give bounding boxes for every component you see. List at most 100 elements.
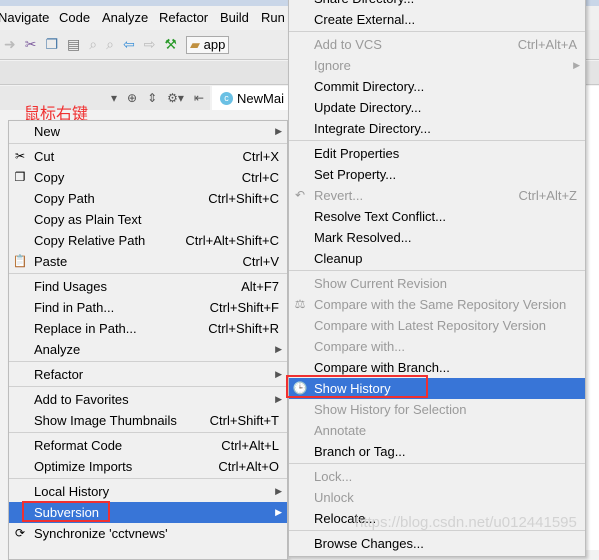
menu-item-label: Paste	[34, 254, 68, 269]
menu-separator	[9, 432, 287, 433]
run-config-label: app	[203, 36, 226, 52]
menu-item-find-usages[interactable]: Find Usages Alt+F7	[9, 276, 287, 297]
menu-item-analyze[interactable]: Analyze ▶	[9, 339, 287, 360]
menu-item-label: Create External...	[314, 12, 416, 27]
shortcut: Ctrl+Shift+R	[208, 321, 279, 336]
hide-icon[interactable]: ⇤	[194, 91, 204, 105]
collapse-icon[interactable]: ⇕	[147, 91, 157, 105]
run-config-select[interactable]: ▰ app	[185, 35, 230, 54]
menu-item-revert[interactable]: ↶ Revert... Ctrl+Alt+Z	[289, 185, 585, 206]
shortcut: Alt+F7	[241, 279, 279, 294]
menu-item-find-in-path[interactable]: Find in Path... Ctrl+Shift+F	[9, 297, 287, 318]
menu-item-label: Update Directory...	[314, 100, 422, 115]
menu-item-update-directory[interactable]: Update Directory...	[289, 97, 585, 118]
menu-analyze[interactable]: Analyze	[102, 10, 148, 25]
menu-item-label: Compare with Branch...	[314, 360, 450, 375]
menu-item-ignore[interactable]: Ignore ▶	[289, 55, 585, 76]
menu-item-label: Copy	[34, 170, 65, 185]
editor-tab[interactable]: c NewMai	[212, 86, 292, 110]
menu-item-refactor[interactable]: Refactor ▶	[9, 364, 287, 385]
editor-area[interactable]	[586, 86, 599, 550]
menu-build[interactable]: Build	[220, 10, 249, 25]
build-hammer-icon[interactable]: ⚒	[164, 36, 177, 53]
menu-separator	[289, 270, 585, 271]
locate-icon[interactable]: ⊕	[127, 91, 137, 105]
shortcut: Ctrl+C	[241, 170, 279, 185]
menu-item-optimize-imports[interactable]: Optimize Imports Ctrl+Alt+O	[9, 456, 287, 477]
menu-separator	[9, 273, 287, 274]
subversion-submenu: Share Directory... Create External... Add …	[288, 0, 586, 557]
menu-item-unlock[interactable]: Unlock	[289, 487, 585, 508]
menu-item-label: Unlock	[314, 490, 354, 505]
menu-item-integrate-directory[interactable]: Integrate Directory...	[289, 118, 585, 139]
menu-run[interactable]: Run	[261, 10, 285, 25]
find-icon[interactable]: ⌕	[89, 36, 97, 53]
copy-icon[interactable]: ❐	[45, 36, 58, 53]
menu-item-resolve-text-conflict[interactable]: Resolve Text Conflict...	[289, 206, 585, 227]
copy-icon: ❐	[14, 170, 26, 184]
menu-item-copy-as-plain-text[interactable]: Copy as Plain Text	[9, 209, 287, 230]
menu-item-set-property[interactable]: Set Property...	[289, 164, 585, 185]
shortcut: Ctrl+Shift+C	[208, 191, 279, 206]
menu-item-show-history-for-selection[interactable]: Show History for Selection	[289, 399, 585, 420]
submenu-arrow-icon: ▶	[275, 394, 282, 404]
menu-item-copy-relative-path[interactable]: Copy Relative Path Ctrl+Alt+Shift+C	[9, 230, 287, 251]
forward-nav-icon[interactable]: ⇨	[144, 36, 156, 53]
menu-item-copy[interactable]: ❐ Copy Ctrl+C	[9, 167, 287, 188]
menu-code[interactable]: Code	[59, 10, 90, 25]
menu-item-lock[interactable]: Lock...	[289, 466, 585, 487]
menu-item-add-to-favorites[interactable]: Add to Favorites ▶	[9, 389, 287, 410]
menu-item-replace-in-path[interactable]: Replace in Path... Ctrl+Shift+R	[9, 318, 287, 339]
menu-separator	[9, 386, 287, 387]
menu-item-share-directory[interactable]: Share Directory...	[289, 0, 585, 9]
menu-item-label: Lock...	[314, 469, 353, 484]
menu-refactor[interactable]: Refactor	[159, 10, 208, 25]
menu-item-branch-or-tag[interactable]: Branch or Tag...	[289, 441, 585, 462]
menu-item-show-current-revision[interactable]: Show Current Revision	[289, 273, 585, 294]
menu-item-label: Refactor	[34, 367, 84, 382]
menu-item-annotate[interactable]: Annotate	[289, 420, 585, 441]
gear-icon[interactable]: ⚙▾	[167, 91, 184, 105]
menu-item-synchronize-cctvnews[interactable]: ⟳ Synchronize 'cctvnews'	[9, 523, 287, 544]
menu-item-cleanup[interactable]: Cleanup	[289, 248, 585, 269]
submenu-arrow-icon: ▶	[275, 486, 282, 496]
class-icon: c	[220, 91, 233, 105]
shortcut: Ctrl+Alt+O	[218, 459, 279, 474]
menu-item-compare-with-latest-repository-version[interactable]: Compare with Latest Repository Version	[289, 315, 585, 336]
menu-item-show-image-thumbnails[interactable]: Show Image Thumbnails Ctrl+Shift+T	[9, 410, 287, 431]
menu-item-create-external[interactable]: Create External...	[289, 9, 585, 30]
revert-icon: ↶	[294, 188, 306, 202]
menu-item-new[interactable]: New ▶	[9, 121, 287, 142]
menu-item-label: Revert...	[314, 188, 364, 203]
menu-item-reformat-code[interactable]: Reformat Code Ctrl+Alt+L	[9, 435, 287, 456]
menu-item-label: Reformat Code	[34, 438, 123, 453]
menu-item-compare-with-the-same-repository-version[interactable]: ⚖ Compare with the Same Repository Versio…	[289, 294, 585, 315]
menu-item-label: Local History	[34, 484, 110, 499]
submenu-arrow-icon: ▶	[275, 344, 282, 354]
menu-item-edit-properties[interactable]: Edit Properties	[289, 143, 585, 164]
menu-item-local-history[interactable]: Local History ▶	[9, 481, 287, 502]
menu-item-label: Copy as Plain Text	[34, 212, 142, 227]
menu-item-compare-with[interactable]: Compare with...	[289, 336, 585, 357]
menu-item-cut[interactable]: ✂ Cut Ctrl+X	[9, 146, 287, 167]
highlight-subversion	[22, 501, 110, 522]
menu-item-label: Annotate	[314, 423, 367, 438]
replace-icon[interactable]: ⌕	[106, 36, 114, 53]
menu-item-browse-changes[interactable]: Browse Changes...	[289, 533, 585, 554]
menu-navigate[interactable]: Navigate	[0, 10, 49, 25]
forward-icon[interactable]: ➜	[4, 36, 16, 53]
dropdown-icon[interactable]: ▾	[111, 91, 117, 105]
menu-item-label: Commit Directory...	[314, 79, 425, 94]
menu-item-copy-path[interactable]: Copy Path Ctrl+Shift+C	[9, 188, 287, 209]
submenu-arrow-icon: ▶	[275, 369, 282, 379]
menu-item-commit-directory[interactable]: Commit Directory...	[289, 76, 585, 97]
back-icon[interactable]: ⇦	[123, 36, 135, 53]
paste-icon[interactable]: ▤	[67, 36, 80, 53]
shortcut: Ctrl+X	[242, 149, 279, 164]
menu-item-paste[interactable]: 📋 Paste Ctrl+V	[9, 251, 287, 272]
menu-item-mark-resolved[interactable]: Mark Resolved...	[289, 227, 585, 248]
paste-icon: 📋	[12, 254, 28, 268]
menu-item-add-to-vcs[interactable]: Add to VCS Ctrl+Alt+A	[289, 34, 585, 55]
menu-separator	[289, 31, 585, 32]
cut-icon[interactable]: ✂	[25, 36, 37, 53]
